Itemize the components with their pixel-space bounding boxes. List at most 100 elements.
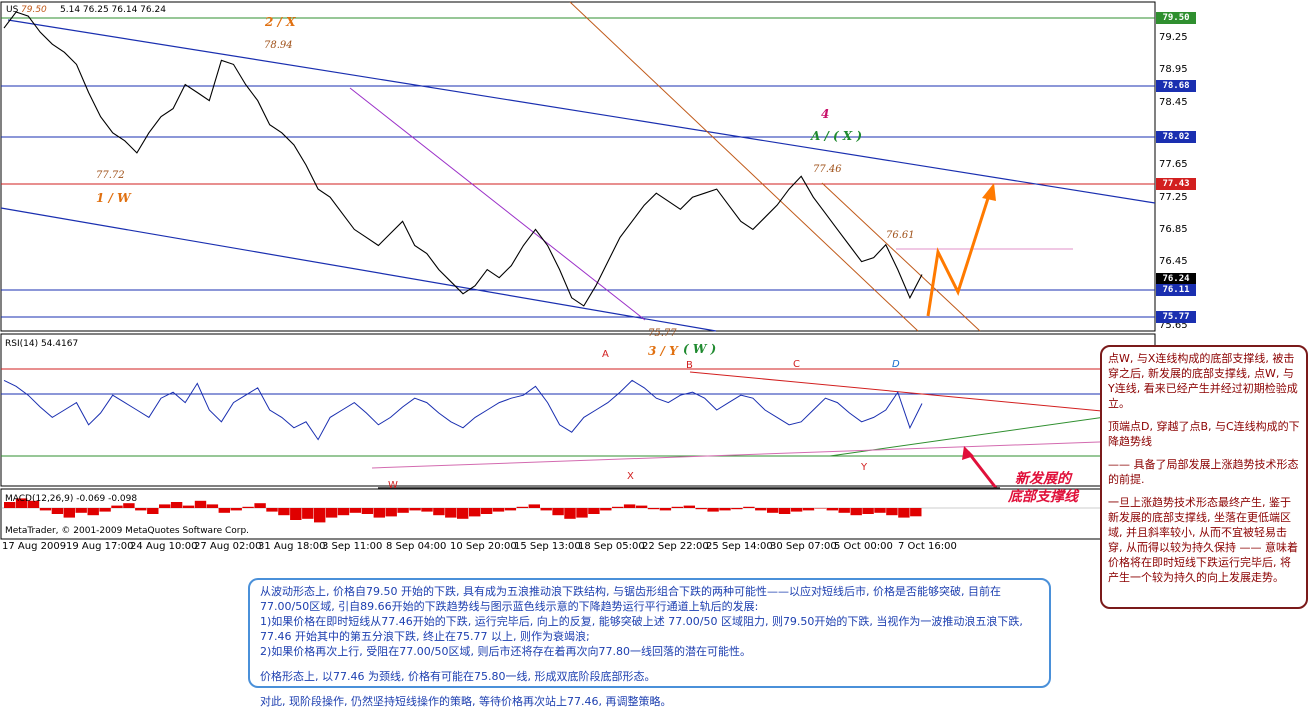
macd-bar (707, 508, 719, 512)
comment-paragraph: 价格形态上, 以77.46 为颈线, 价格有可能在75.80一线, 形成双底阶段… (260, 670, 656, 683)
price-tag-7611: 76.11 (1156, 284, 1196, 296)
macd-bar (63, 508, 75, 518)
macd-bar (409, 508, 421, 511)
macd-bar (886, 508, 898, 516)
rsi-point-c: C (793, 359, 800, 370)
time-label: 5 Oct 00:00 (834, 541, 893, 552)
macd-bar (790, 508, 803, 512)
macd-bar (302, 508, 314, 519)
high-mark-label: 79.50 (21, 5, 47, 15)
wave-label-4: 4 (821, 107, 829, 121)
macd-bar (254, 503, 266, 508)
macd-bar (802, 508, 815, 511)
rsi-point-x: X (627, 471, 634, 482)
rsi-point-b: B (686, 360, 693, 371)
price-panel (0, 1, 1156, 332)
macd-bar (552, 508, 564, 516)
comment-paragraph: 1)如果价格在即时短线从77.46开始的下跌, 运行完毕后, 向上的反复, 能够… (260, 615, 1023, 643)
analysis-note-box: 点W, 与X连线构成的底部支撑线, 被击穿之后, 新发展的底部支撑线, 点W, … (1100, 345, 1308, 609)
wave-label-2x: 2 / X (264, 15, 296, 29)
macd-bar (874, 508, 886, 513)
macd-bar (826, 508, 838, 511)
time-label: 27 Aug 02:00 (194, 541, 262, 552)
tick-label: 78.95 (1159, 64, 1188, 75)
rsi-point-w: W (388, 480, 398, 491)
price-tag-7868: 78.68 (1156, 80, 1196, 92)
macd-bar (349, 508, 362, 513)
time-label: 24 Aug 10:00 (130, 541, 198, 552)
macd-bar (540, 508, 552, 511)
symbol-label: US (6, 5, 19, 15)
macd-bar (635, 505, 648, 508)
macd-bar (755, 508, 767, 511)
wave-label-w: ( W ) (683, 342, 716, 356)
macd-bar (170, 502, 183, 508)
macd-bar (182, 505, 195, 508)
time-label: 15 Sep 13:00 (514, 541, 581, 552)
macd-bar (767, 508, 779, 513)
rsi-point-d: D (892, 359, 900, 370)
rsi-point-y: Y (860, 462, 868, 473)
time-label: 8 Sep 04:00 (386, 541, 447, 552)
macd-title: MACD(12,26,9) -0.069 -0.098 (5, 494, 137, 504)
price-label-7661: 76.61 (886, 230, 915, 241)
time-label: 17 Aug 2009 (2, 541, 67, 552)
macd-bar (385, 508, 397, 517)
macd-bar (218, 508, 230, 513)
macd-bar (695, 508, 707, 510)
price-label-7772: 77.72 (96, 170, 125, 181)
macd-bar (862, 508, 874, 514)
macd-bar (397, 508, 409, 513)
callout-line-1: 新发展的 (1015, 471, 1071, 487)
macd-bar (445, 508, 457, 518)
macd-bar (314, 508, 326, 523)
rsi-panel (0, 333, 1156, 487)
macd-bar (588, 508, 600, 514)
macd-bar (671, 506, 683, 508)
macd-bar (75, 508, 87, 513)
macd-bar (659, 508, 672, 511)
macd-bar (743, 506, 755, 508)
macd-bar (731, 508, 743, 510)
macd-bar (337, 508, 350, 516)
macd-bar (898, 508, 910, 518)
tick-label: 76.85 (1159, 224, 1188, 235)
note-paragraph: 顶端点D, 穿越了点B, 与C连线构成的下降趋势线 (1108, 420, 1300, 448)
macd-bar (504, 508, 517, 511)
price-tag-7577: 75.77 (1156, 311, 1196, 323)
time-axis: 17 Aug 2009 19 Aug 17:00 24 Aug 10:00 27… (0, 541, 1155, 555)
comment-paragraph: 从波动形态上, 价格自79.50 开始的下跌, 具有成为五浪推动浪下跌结构, 与… (260, 585, 1001, 613)
price-tag-7950: 79.50 (1156, 12, 1196, 24)
macd-bar (576, 508, 588, 518)
macd-bar (480, 508, 493, 514)
wave-label-3y: 3 / Y (648, 344, 679, 358)
macd-bar (719, 508, 731, 511)
wave-label-1w: 1 / W (96, 191, 132, 205)
wave-label-ax: A / ( X ) (810, 129, 862, 143)
macd-bar (87, 508, 99, 516)
macd-bar (850, 508, 862, 516)
price-label-7577: 75.77 (648, 328, 677, 339)
macd-bar (147, 508, 159, 514)
macd-bar (230, 508, 242, 511)
tick-label: 77.25 (1159, 192, 1188, 203)
macd-bar (266, 508, 278, 512)
macd-bar (492, 508, 505, 512)
macd-bar (99, 508, 111, 512)
support-line-callout: 新发展的 底部支撑线 (1008, 470, 1078, 506)
macd-bar (111, 505, 123, 508)
macd-bar (159, 504, 171, 508)
quote-label: 5.14 76.25 76.14 76.24 (60, 5, 166, 15)
macd-bar (600, 508, 612, 511)
macd-bar (612, 506, 624, 508)
macd-bar (421, 508, 433, 512)
macd-bar (242, 506, 254, 508)
time-label: 30 Sep 07:00 (770, 541, 837, 552)
callout-line-2: 底部支撑线 (1008, 489, 1078, 505)
macd-bar (325, 508, 338, 518)
time-label: 25 Sep 14:00 (706, 541, 773, 552)
macd-bar (814, 508, 827, 509)
note-paragraph: —— 具备了局部发展上涨趋势技术形态的前提. (1108, 458, 1299, 486)
macd-bar (516, 506, 528, 508)
